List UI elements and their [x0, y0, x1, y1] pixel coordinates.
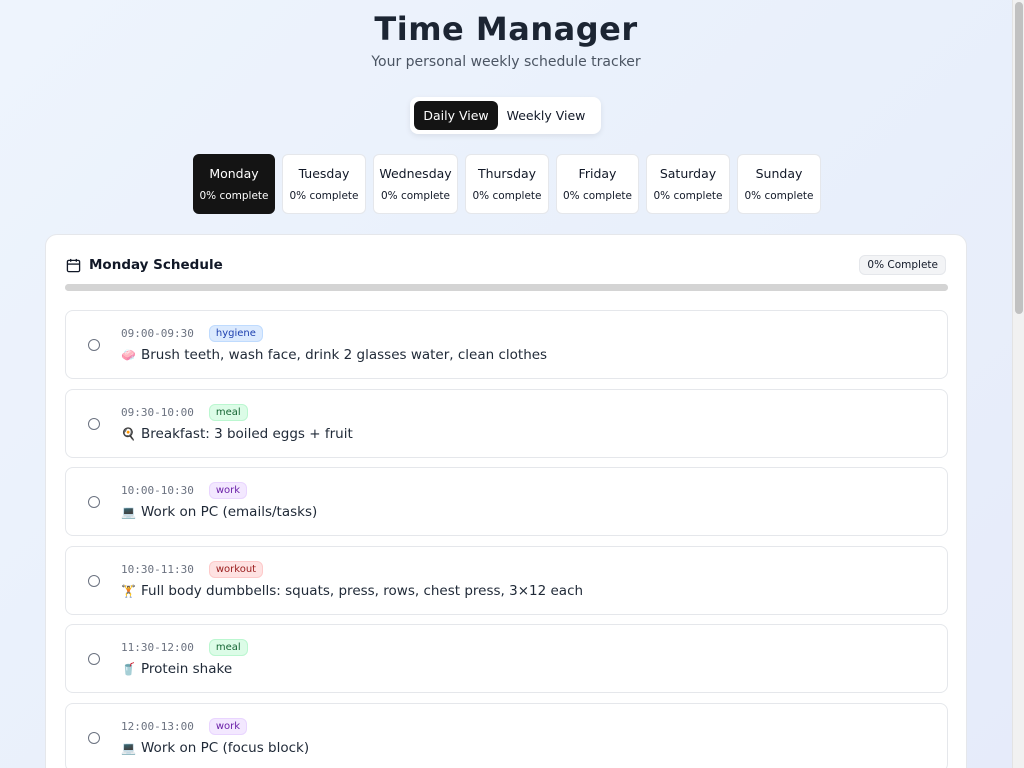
schedule-card: Monday Schedule 0% Complete 09:00-09:30 … — [45, 234, 967, 768]
page-scrollbar[interactable] — [1012, 0, 1024, 768]
scrollbar-thumb[interactable] — [1015, 2, 1023, 314]
cup-with-straw-icon: 🥤 — [121, 662, 136, 676]
soap-icon: 🧼 — [121, 348, 136, 362]
day-progress: 0% complete — [744, 190, 814, 202]
view-toggle: Daily View Weekly View — [410, 97, 601, 134]
radio-circle-icon[interactable] — [88, 496, 100, 508]
task-text: Breakfast: 3 boiled eggs + fruit — [141, 425, 353, 442]
task-item: 10:30-11:30 workout 🏋 Full body dumbbell… — [65, 545, 948, 615]
schedule-title: Monday Schedule — [89, 257, 223, 273]
day-tab-sunday[interactable]: Sunday 0% complete — [737, 154, 821, 214]
laptop-icon: 💻 — [121, 740, 136, 755]
day-selector: Monday 0% complete Tuesday 0% complete W… — [193, 154, 821, 214]
app-header: Time Manager Your personal weekly schedu… — [0, 0, 1012, 70]
task-tag: workout — [208, 560, 264, 578]
day-name: Tuesday — [298, 166, 350, 181]
day-progress: 0% complete — [289, 190, 359, 202]
weightlifter-icon: 🏋 — [121, 583, 136, 598]
task-time: 10:30-11:30 — [121, 562, 194, 576]
day-tab-saturday[interactable]: Saturday 0% complete — [646, 154, 730, 214]
app-subtitle: Your personal weekly schedule tracker — [371, 54, 641, 70]
day-progress: 0% complete — [199, 190, 269, 202]
task-tag: meal — [208, 403, 248, 421]
day-name: Thursday — [477, 166, 537, 181]
task-time: 09:30-10:00 — [121, 405, 194, 419]
radio-circle-icon[interactable] — [88, 731, 100, 744]
day-tab-tuesday[interactable]: Tuesday 0% complete — [282, 154, 366, 214]
task-time: 11:30-12:00 — [121, 641, 194, 654]
task-time: 12:00-13:00 — [121, 719, 194, 733]
task-text: Work on PC (emails/tasks) — [141, 504, 318, 520]
radio-circle-icon[interactable] — [88, 417, 100, 430]
day-progress: 0% complete — [472, 190, 542, 202]
day-name: Friday — [578, 166, 617, 181]
task-item: 12:00-13:00 work 💻 Work on PC (focus blo… — [65, 702, 948, 768]
day-name: Monday — [209, 166, 259, 181]
calendar-icon — [66, 258, 81, 272]
task-text: Full body dumbbells: squats, press, rows… — [141, 582, 584, 599]
task-text: Brush teeth, wash face, drink 2 glasses … — [141, 347, 548, 363]
day-name: Sunday — [755, 166, 803, 181]
task-text: Work on PC (focus block) — [141, 739, 310, 756]
task-tag: meal — [208, 639, 248, 656]
task-item: 09:30-10:00 meal 🍳 Breakfast: 3 boiled e… — [65, 388, 948, 458]
day-name: Wednesday — [379, 166, 452, 181]
radio-circle-icon[interactable] — [88, 574, 100, 587]
day-tab-thursday[interactable]: Thursday 0% complete — [465, 154, 549, 214]
weekly-view-button[interactable]: Weekly View — [498, 101, 594, 130]
task-text: Protein shake — [141, 661, 233, 677]
task-tag: hygiene — [208, 325, 263, 342]
day-progress: 0% complete — [562, 190, 633, 202]
task-item: 10:00-10:30 work 💻 Work on PC (emails/ta… — [65, 467, 948, 536]
completion-badge: 0% Complete — [859, 255, 946, 275]
laptop-icon: 💻 — [121, 505, 136, 519]
radio-circle-icon[interactable] — [88, 339, 100, 351]
task-time: 09:00-09:30 — [121, 327, 194, 340]
day-tab-monday[interactable]: Monday 0% complete — [193, 154, 275, 214]
day-progress: 0% complete — [653, 190, 723, 202]
task-item: 09:00-09:30 hygiene 🧼 Brush teeth, wash … — [65, 310, 948, 379]
task-tag: work — [208, 717, 248, 735]
radio-circle-icon[interactable] — [88, 653, 100, 665]
schedule-header: Monday Schedule 0% Complete — [66, 255, 946, 275]
frying-pan-icon: 🍳 — [121, 426, 136, 441]
day-tab-friday[interactable]: Friday 0% complete — [556, 154, 639, 214]
schedule-progress-bar — [65, 284, 948, 291]
task-item: 11:30-12:00 meal 🥤 Protein shake — [65, 624, 948, 693]
daily-view-button[interactable]: Daily View — [414, 101, 498, 130]
day-name: Saturday — [659, 166, 717, 181]
day-tab-wednesday[interactable]: Wednesday 0% complete — [373, 154, 458, 214]
task-tag: work — [208, 482, 248, 499]
task-list: 09:00-09:30 hygiene 🧼 Brush teeth, wash … — [65, 310, 948, 768]
day-progress: 0% complete — [380, 190, 451, 202]
task-time: 10:00-10:30 — [121, 484, 194, 497]
app-title: Time Manager — [374, 10, 638, 48]
